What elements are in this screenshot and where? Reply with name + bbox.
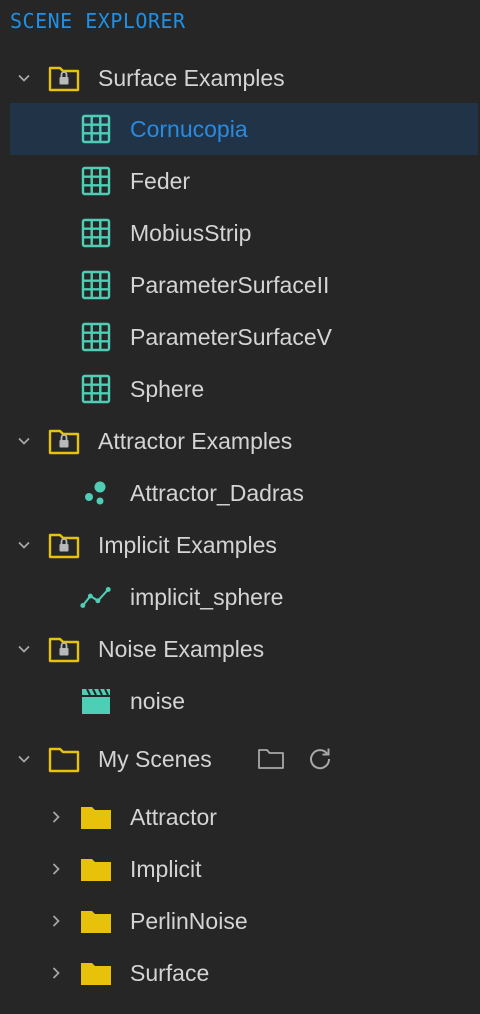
tree-item-feder[interactable]: Feder	[0, 155, 480, 207]
tree-folder-label: Attractor	[130, 803, 217, 830]
chevron-down-icon[interactable]	[16, 751, 32, 767]
tree-item-mobiusstrip[interactable]: MobiusStrip	[0, 207, 480, 259]
chevron-right-icon[interactable]	[48, 913, 64, 929]
tree-group-label: Implicit Examples	[98, 531, 277, 558]
tree-group-attractor-examples[interactable]: Attractor Examples	[0, 415, 480, 467]
chevron-right-icon[interactable]	[48, 965, 64, 981]
tree-item-label: Feder	[130, 167, 191, 194]
grid-icon	[80, 373, 112, 405]
tree-item-label: implicit_sphere	[130, 583, 284, 610]
tree-item-label: Attractor_Dadras	[130, 479, 304, 506]
tree-group-label: Attractor Examples	[98, 427, 293, 454]
tree-item-label: noise	[130, 687, 185, 714]
tree-item-cornucopia[interactable]: Cornucopia	[10, 103, 478, 155]
new-folder-icon[interactable]	[256, 744, 286, 774]
chevron-right-icon[interactable]	[48, 809, 64, 825]
folder-filled-icon	[80, 957, 112, 989]
grid-icon	[80, 269, 112, 301]
locked-folder-icon	[48, 425, 80, 457]
tree-folder-perlinnoise[interactable]: PerlinNoise	[0, 895, 480, 947]
tree-item-parametersurfacev[interactable]: ParameterSurfaceV	[0, 311, 480, 363]
tree-group-implicit-examples[interactable]: Implicit Examples	[0, 519, 480, 571]
chevron-right-icon[interactable]	[48, 861, 64, 877]
tree-item-label: Sphere	[130, 375, 205, 402]
clapperboard-icon	[80, 685, 112, 717]
folder-filled-icon	[80, 801, 112, 833]
tree-folder-label: Implicit	[130, 855, 202, 882]
chevron-down-icon[interactable]	[16, 537, 32, 553]
tree-folder-attractor[interactable]: Attractor	[0, 791, 480, 843]
folder-filled-icon	[80, 853, 112, 885]
tree-item-attractor-dadras[interactable]: Attractor_Dadras	[0, 467, 480, 519]
chevron-down-icon[interactable]	[16, 641, 32, 657]
tree-item-label: ParameterSurfaceII	[130, 271, 330, 298]
tree-folder-surface[interactable]: Surface	[0, 947, 480, 999]
grid-icon	[80, 113, 112, 145]
tree-item-sphere[interactable]: Sphere	[0, 363, 480, 415]
chevron-down-icon[interactable]	[16, 70, 32, 86]
tree-group-noise-examples[interactable]: Noise Examples	[0, 623, 480, 675]
tree-item-label: Cornucopia	[130, 115, 248, 142]
tree-item-parametersurfaceii[interactable]: ParameterSurfaceII	[0, 259, 480, 311]
tree-item-label: MobiusStrip	[130, 219, 252, 246]
tree-group-my-scenes[interactable]: My Scenes	[0, 733, 480, 785]
tree-group-label: Noise Examples	[98, 635, 265, 662]
folder-outline-icon	[48, 743, 80, 775]
locked-folder-icon	[48, 633, 80, 665]
locked-folder-icon	[48, 62, 80, 94]
tree-group-label: My Scenes	[98, 745, 212, 772]
scatter-dots-icon	[80, 477, 112, 509]
refresh-icon[interactable]	[305, 744, 335, 774]
grid-icon	[80, 321, 112, 353]
tree-group-label: Surface Examples	[98, 64, 285, 91]
folder-filled-icon	[80, 905, 112, 937]
line-chart-icon	[80, 581, 112, 613]
tree-item-implicit-sphere[interactable]: implicit_sphere	[0, 571, 480, 623]
tree-folder-label: Surface	[130, 959, 210, 986]
grid-icon	[80, 217, 112, 249]
chevron-down-icon[interactable]	[16, 433, 32, 449]
locked-folder-icon	[48, 529, 80, 561]
grid-icon	[80, 165, 112, 197]
tree-group-surface-examples[interactable]: Surface Examples	[0, 52, 480, 104]
tree-item-noise[interactable]: noise	[0, 675, 480, 727]
tree-folder-label: PerlinNoise	[130, 907, 248, 934]
panel-title: SCENE EXPLORER	[10, 9, 186, 33]
tree-folder-implicit[interactable]: Implicit	[0, 843, 480, 895]
tree-item-label: ParameterSurfaceV	[130, 323, 332, 350]
scene-explorer-panel: SCENE EXPLORER Surface Examples Cornucop…	[0, 0, 480, 1014]
